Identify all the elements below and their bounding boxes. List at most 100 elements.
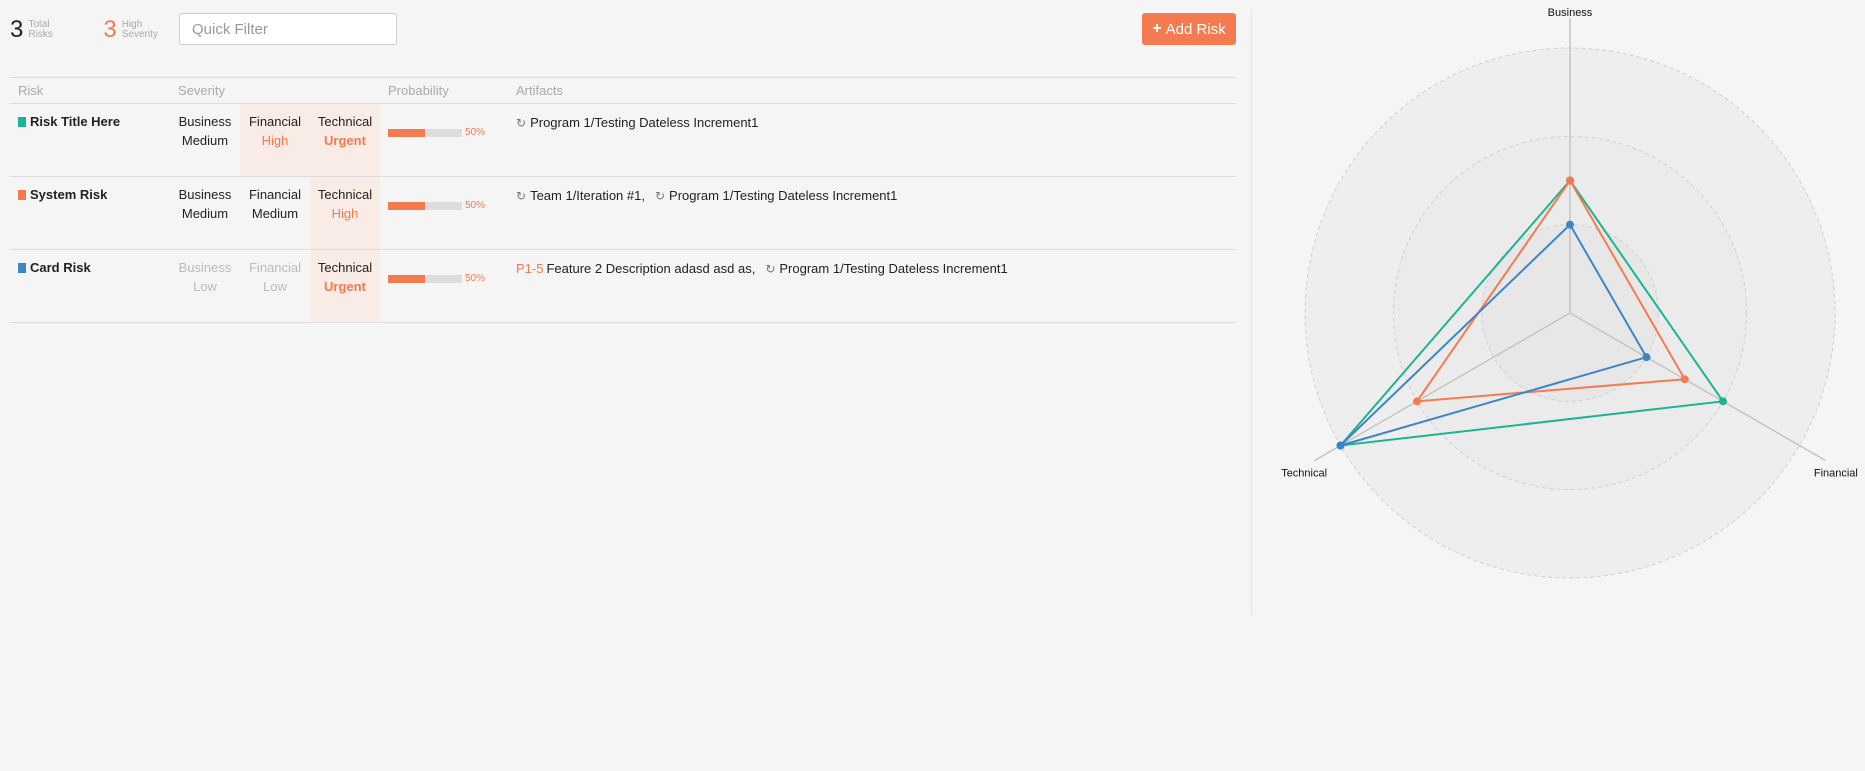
probability-bar-fill (388, 128, 425, 137)
artifact-text: Program 1/Testing Dateless Increment1 (779, 261, 1008, 276)
iteration-icon: ↻ (516, 189, 527, 203)
total-risks-label-line2: Risks (28, 29, 53, 40)
artifact-text: Feature 2 Description adasd asd as (546, 261, 752, 276)
severity-radar-chart: Business Financial Technical (1281, 7, 1858, 579)
table-row[interactable]: Risk Title Here Business Medium Financial Hi… (10, 103, 1236, 177)
severity-category: Financial (248, 187, 302, 202)
severity-category: Technical (317, 187, 373, 202)
severity-cell-financial[interactable]: Financial Medium (240, 176, 310, 250)
risk-color-swatch (18, 263, 26, 273)
add-risk-button[interactable]: + Add Risk (1142, 13, 1236, 45)
table-header-row: Risk Severity Probability Artifacts (10, 77, 1236, 104)
table-row[interactable]: System Risk Business Medium Financial Medium… (10, 176, 1236, 250)
probability-percent: 50% (465, 127, 486, 139)
artifacts-cell: P1-5 Feature 2 Description adasd asd as, ↻… (508, 249, 1236, 323)
probability-bar-fill (388, 201, 425, 210)
artifact-separator: , (751, 261, 756, 276)
table-row[interactable]: Card Risk Business Low Financial Low Technica… (10, 249, 1236, 323)
artifact-link[interactable]: P1-5 Feature 2 Description adasd asd as, (516, 261, 755, 276)
iteration-icon: ↻ (654, 189, 666, 203)
severity-cell-technical[interactable]: Technical High (310, 176, 380, 250)
probability-bar (388, 128, 462, 137)
severity-category: Business (178, 260, 232, 275)
high-severity-stat: 3 High Severity (103, 18, 161, 42)
risk-name-cell[interactable]: Card Risk (10, 249, 170, 323)
artifact-link[interactable]: ↻ Program 1/Testing Dateless Increment1 (655, 188, 897, 203)
artifacts-cell: ↻ Team 1/Iteration #1, ↻ Program 1/Testing … (508, 176, 1236, 250)
severity-category: Technical (317, 114, 373, 129)
column-header-probability[interactable]: Probability (380, 77, 508, 104)
severity-category: Financial (248, 260, 302, 275)
risk-color-swatch (18, 190, 26, 200)
artifact-id: P1-5 (516, 261, 544, 276)
risk-stats: 3 Total Risks 3 High Severity (10, 18, 197, 42)
severity-cell-financial[interactable]: Financial High (240, 103, 310, 177)
risk-name[interactable]: System Risk (30, 187, 107, 202)
severity-category: Business (178, 187, 232, 202)
total-risks-count: 3 (10, 16, 24, 43)
artifact-link[interactable]: ↻ Program 1/Testing Dateless Increment1 (765, 261, 1007, 276)
artifacts-cell: ↻ Program 1/Testing Dateless Increment1 (508, 103, 1236, 177)
severity-category: Business (178, 114, 232, 129)
artifact-link[interactable]: ↻ Team 1/Iteration #1, (516, 188, 645, 203)
severity-level: Urgent (324, 279, 366, 294)
radar-point (1642, 353, 1651, 362)
radar-axis-label: Technical (1281, 468, 1327, 480)
probability-percent: 50% (465, 200, 486, 212)
severity-level: Low (263, 279, 287, 294)
add-risk-label: Add Risk (1165, 20, 1226, 38)
severity-cell-business[interactable]: Business Medium (170, 103, 240, 177)
risk-name[interactable]: Card Risk (30, 260, 91, 275)
high-severity-label-line2: Severity (121, 29, 158, 40)
column-header-artifacts[interactable]: Artifacts (508, 77, 1236, 104)
column-header-risk[interactable]: Risk (10, 77, 170, 104)
artifact-text: Program 1/Testing Dateless Increment1 (669, 188, 898, 203)
risk-name[interactable]: Risk Title Here (30, 114, 120, 129)
severity-level: Urgent (324, 133, 366, 148)
panel-divider (1251, 10, 1252, 615)
severity-cell-business[interactable]: Business Low (170, 249, 240, 323)
radar-point (1413, 397, 1422, 406)
severity-cell-financial[interactable]: Financial Low (240, 249, 310, 323)
artifact-text: Program 1/Testing Dateless Increment1 (530, 115, 759, 130)
severity-category: Financial (248, 114, 302, 129)
artifact-text: Team 1/Iteration #1 (530, 188, 642, 203)
severity-level: High (331, 206, 359, 221)
probability-cell[interactable]: 50% (380, 176, 508, 250)
severity-level: Medium (181, 206, 229, 221)
severity-cell-technical[interactable]: Technical Urgent (310, 249, 380, 323)
radar-point (1336, 441, 1345, 450)
probability-bar (388, 201, 462, 210)
quick-filter-input[interactable] (179, 13, 397, 45)
risk-color-swatch (18, 117, 26, 127)
radar-point (1566, 176, 1574, 185)
severity-level: Low (193, 279, 217, 294)
probability-cell[interactable]: 50% (380, 103, 508, 177)
probability-cell[interactable]: 50% (380, 249, 508, 323)
probability-percent: 50% (465, 273, 486, 285)
severity-level: Medium (251, 206, 299, 221)
iteration-icon: ↻ (516, 116, 527, 130)
severity-cell-business[interactable]: Business Medium (170, 176, 240, 250)
probability-bar-fill (388, 274, 425, 283)
artifact-link[interactable]: ↻ Program 1/Testing Dateless Increment1 (516, 115, 758, 130)
iteration-icon: ↻ (765, 262, 776, 276)
radar-axis-label: Business (1548, 7, 1593, 19)
radar-point (1680, 375, 1689, 384)
severity-category: Technical (317, 260, 373, 275)
total-risks-stat: 3 Total Risks (10, 18, 68, 42)
plus-icon: + (1152, 20, 1162, 37)
radar-point (1718, 397, 1727, 406)
risk-table: Risk Severity Probability Artifacts Risk… (10, 77, 1236, 323)
severity-level: Medium (181, 133, 229, 148)
risk-name-cell[interactable]: Risk Title Here (10, 103, 170, 177)
risk-panel: 3 TotalRisks 3 HighSeverity + Add Risk R… (0, 0, 1250, 771)
severity-level: High (261, 133, 289, 148)
total-risks-label: Total Risks (28, 20, 68, 40)
severity-cell-technical[interactable]: Technical Urgent (310, 103, 380, 177)
risk-name-cell[interactable]: System Risk (10, 176, 170, 250)
column-header-severity[interactable]: Severity (170, 77, 380, 104)
high-severity-label: High Severity (122, 20, 162, 40)
artifact-separator: , (641, 188, 645, 203)
high-severity-count: 3 (103, 16, 117, 43)
